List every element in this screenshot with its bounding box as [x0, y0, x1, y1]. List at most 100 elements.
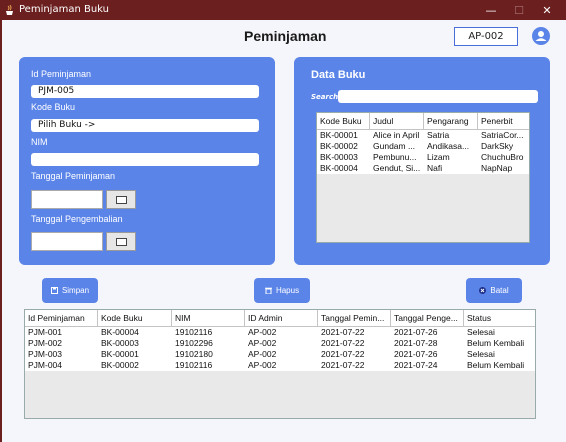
id-peminjaman-label: Id Peminjaman — [31, 69, 92, 79]
book-cell: Andikasa... — [427, 141, 470, 151]
loan-cell: 2021-07-22 — [321, 360, 365, 370]
book-cell: Lizam — [427, 152, 450, 162]
table-row[interactable]: BK-00003 Pembunu... Lizam ChuchuBro — [317, 152, 529, 163]
simpan-button[interactable]: Simpan — [42, 278, 98, 303]
loan-col-admin[interactable]: ID Admin — [245, 310, 318, 327]
table-row[interactable]: BK-00002 Gundam ... Andikasa... DarkSky — [317, 141, 529, 152]
loan-table: Id Peminjaman Kode Buku NIM ID Admin Tan… — [24, 309, 536, 419]
loan-cell: 19102116 — [175, 327, 213, 337]
book-list-title: Data Buku — [311, 69, 366, 81]
book-col-judul[interactable]: Judul — [370, 113, 424, 130]
book-cell: Pembunu... — [373, 152, 417, 162]
loan-cell: Belum Kembali — [467, 338, 525, 348]
book-list-panel: Data Buku Search Kode Buku Judul Pengara… — [294, 57, 550, 265]
minimize-button[interactable]: — — [477, 2, 505, 19]
loan-cell: 2021-07-22 — [321, 349, 365, 359]
loan-col-tgl-kembali[interactable]: Tanggal Penge... — [391, 310, 464, 327]
loan-cell: BK-00002 — [101, 360, 139, 370]
nim-field[interactable] — [31, 153, 259, 166]
table-row[interactable]: PJM-003 BK-00001 19102180 AP-002 2021-07… — [25, 349, 535, 360]
book-col-kode[interactable]: Kode Buku — [317, 113, 370, 130]
loan-cell: PJM-001 — [28, 327, 63, 337]
loan-cell: PJM-004 — [28, 360, 63, 370]
book-cell: BK-00002 — [320, 141, 358, 151]
nim-label: NIM — [31, 137, 48, 147]
loan-col-tgl-pinjam[interactable]: Tanggal Pemin... — [318, 310, 391, 327]
loan-cell: AP-002 — [248, 338, 277, 348]
loan-form-panel: Id Peminjaman PJM-005 Kode Buku Pilih Bu… — [19, 57, 275, 265]
hapus-label: Hapus — [275, 286, 300, 295]
maximize-button[interactable]: ☐ — [505, 2, 533, 19]
loan-cell: 2021-07-22 — [321, 338, 365, 348]
admin-id-display: AP-002 — [454, 27, 518, 46]
book-cell: BK-00001 — [320, 130, 358, 140]
book-cell: Alice in April — [373, 130, 420, 140]
calendar-icon — [116, 196, 127, 204]
hapus-button[interactable]: Hapus — [254, 278, 310, 303]
book-cell: Satria — [427, 130, 450, 140]
book-col-penerbit[interactable]: Penerbit — [478, 113, 529, 130]
loan-cell: 19102116 — [175, 360, 213, 370]
batal-button[interactable]: Batal — [466, 278, 522, 303]
table-row[interactable]: PJM-004 BK-00002 19102116 AP-002 2021-07… — [25, 360, 535, 371]
loan-cell: PJM-003 — [28, 349, 63, 359]
loan-cell: 2021-07-28 — [394, 338, 438, 348]
book-cell: SatriaCor... — [481, 130, 524, 140]
book-col-pengarang[interactable]: Pengarang — [424, 113, 478, 130]
table-row[interactable]: BK-00004 Gendut, Si... Nafi NapNap — [317, 163, 529, 174]
window-title: Peminjaman Buku — [19, 4, 109, 15]
book-cell: ChuchuBro — [481, 152, 524, 162]
loan-cell: AP-002 — [248, 349, 277, 359]
kode-buku-field[interactable]: Pilih Buku -> — [31, 119, 259, 132]
loan-cell: 2021-07-26 — [394, 327, 438, 337]
table-row[interactable]: BK-00001 Alice in April Satria SatriaCor… — [317, 130, 529, 141]
loan-cell: PJM-002 — [28, 338, 63, 348]
user-profile-button[interactable] — [532, 27, 550, 45]
loan-cell: 2021-07-24 — [394, 360, 438, 370]
loan-col-nim[interactable]: NIM — [172, 310, 245, 327]
tanggal-peminjaman-label: Tanggal Peminjaman — [31, 171, 116, 181]
id-peminjaman-field[interactable]: PJM-005 — [31, 85, 259, 98]
book-cell: NapNap — [481, 163, 513, 173]
loan-col-kode[interactable]: Kode Buku — [98, 310, 172, 327]
tanggal-pengembalian-label: Tanggal Pengembalian — [31, 214, 123, 224]
book-cell: Nafi — [427, 163, 443, 173]
java-app-icon — [6, 5, 13, 15]
table-empty-area — [317, 174, 529, 242]
loan-cell: AP-002 — [248, 327, 277, 337]
book-cell: Gendut, Si... — [373, 163, 421, 173]
page-title: Peminjaman — [244, 28, 327, 44]
book-cell: BK-00003 — [320, 152, 358, 162]
table-empty-area — [25, 371, 535, 418]
cancel-icon — [479, 287, 487, 294]
tanggal-pengembalian-field[interactable] — [31, 232, 103, 251]
user-icon — [535, 31, 547, 41]
kode-buku-label: Kode Buku — [31, 102, 76, 112]
table-row[interactable]: PJM-001 BK-00004 19102116 AP-002 2021-07… — [25, 327, 535, 338]
loan-cell: BK-00003 — [101, 338, 139, 348]
loan-cell: BK-00001 — [101, 349, 139, 359]
loan-col-status[interactable]: Status — [464, 310, 535, 327]
loan-cell: 19102180 — [175, 349, 213, 359]
close-button[interactable]: ✕ — [533, 2, 561, 19]
title-bar[interactable]: Peminjaman Buku — ☐ ✕ — [1, 1, 566, 20]
tanggal-pengembalian-picker-button[interactable] — [106, 232, 136, 251]
book-table: Kode Buku Judul Pengarang Penerbit BK-00… — [316, 112, 530, 243]
loan-cell: AP-002 — [248, 360, 277, 370]
book-table-header: Kode Buku Judul Pengarang Penerbit — [317, 113, 529, 130]
tanggal-peminjaman-picker-button[interactable] — [106, 190, 136, 209]
trash-icon — [264, 287, 272, 294]
loan-cell: Selesai — [467, 327, 495, 337]
book-cell: BK-00004 — [320, 163, 358, 173]
book-search-input[interactable] — [338, 90, 538, 103]
table-row[interactable]: PJM-002 BK-00003 19102296 AP-002 2021-07… — [25, 338, 535, 349]
app-window: Peminjaman Buku — ☐ ✕ Peminjaman AP-002 … — [0, 0, 566, 442]
loan-table-header: Id Peminjaman Kode Buku NIM ID Admin Tan… — [25, 310, 535, 327]
loan-cell: BK-00004 — [101, 327, 139, 337]
book-cell: DarkSky — [481, 141, 514, 151]
book-cell: Gundam ... — [373, 141, 416, 151]
tanggal-peminjaman-field[interactable] — [31, 190, 103, 209]
loan-col-id[interactable]: Id Peminjaman — [25, 310, 98, 327]
batal-label: Batal — [490, 286, 509, 295]
loan-cell: Belum Kembali — [467, 360, 525, 370]
